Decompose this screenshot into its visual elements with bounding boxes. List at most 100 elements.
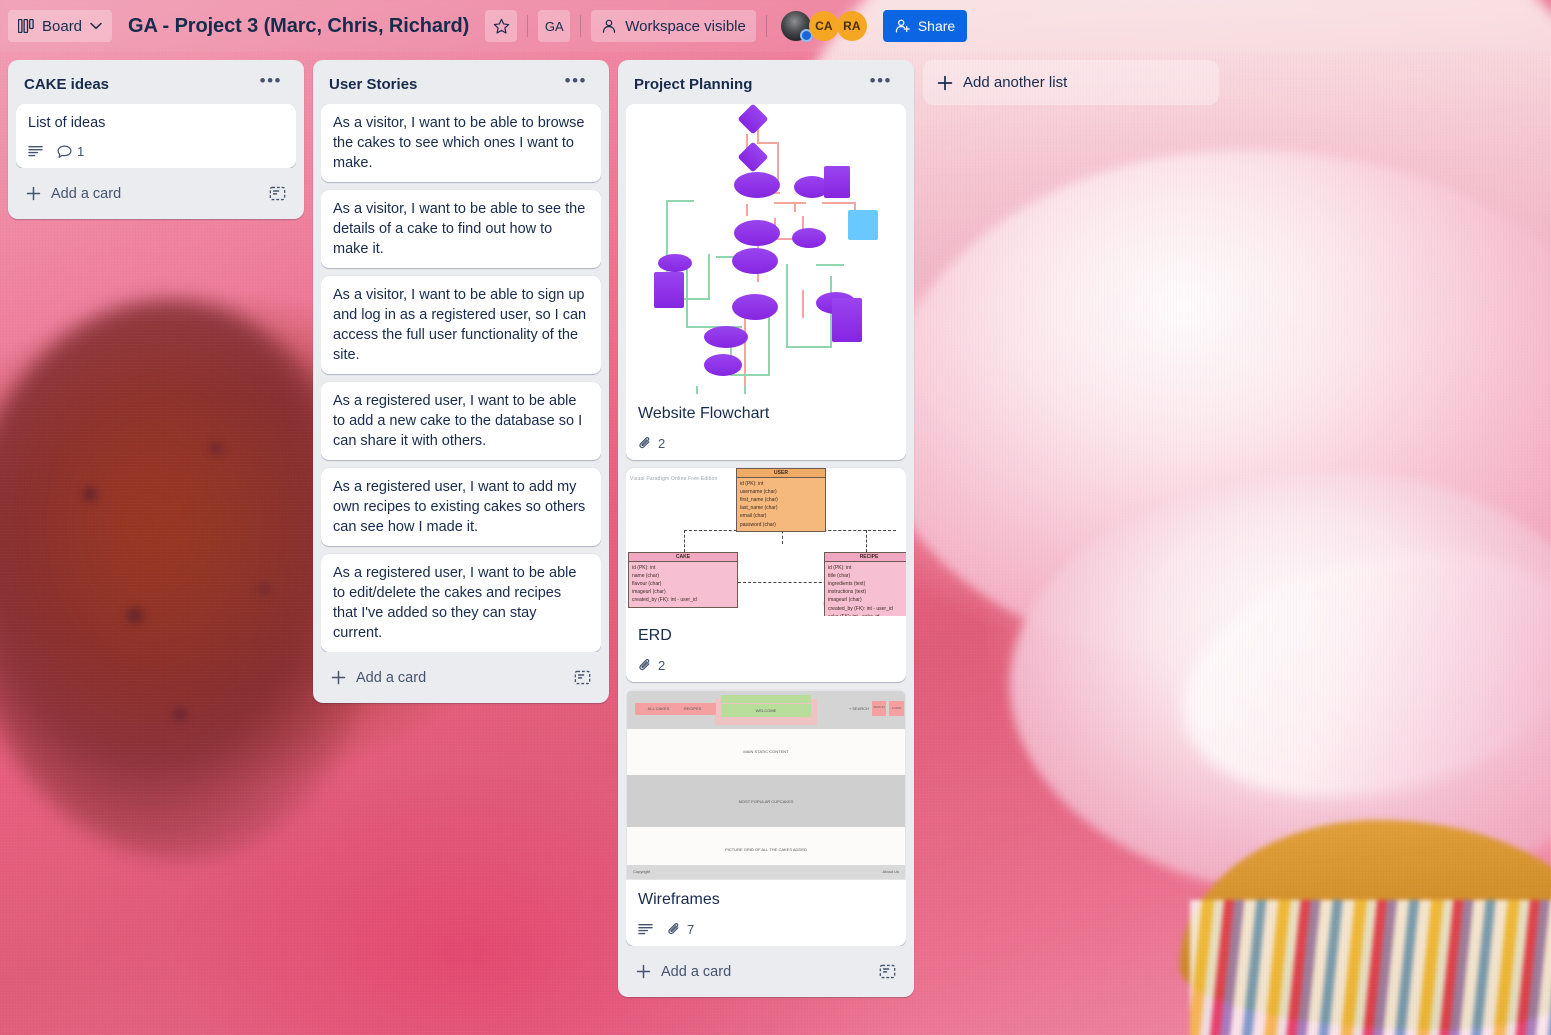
card-story-3[interactable]: As a visitor, I want to be able to sign … (321, 276, 601, 374)
avatar-ra[interactable]: RA (836, 11, 867, 41)
add-card-button[interactable]: Add a card (626, 954, 906, 989)
add-another-list-label: Add another list (963, 74, 1068, 91)
card-website-flowchart[interactable]: Website Flowchart 2 (626, 104, 906, 461)
erd-field: instructions (text) (828, 589, 867, 596)
attachment-icon (638, 436, 653, 451)
plus-icon (636, 964, 651, 979)
add-card-left: Add a card (26, 186, 121, 202)
erd-field: username (char) (740, 489, 777, 496)
list-actions-button[interactable]: ••• (559, 72, 593, 94)
card-template-icon[interactable] (574, 669, 591, 686)
wireframe-section-2-text: MOST POPULAR CUPCAKES (738, 799, 794, 805)
add-another-list-button[interactable]: Add another list (923, 60, 1219, 105)
list-header: CAKE ideas ••• (16, 68, 296, 104)
card-title: List of ideas (28, 115, 106, 131)
card-body: ERD (626, 616, 906, 653)
workspace-badge[interactable]: GA (538, 10, 571, 42)
list-actions-button[interactable]: ••• (864, 72, 898, 94)
add-card-left: Add a card (636, 964, 731, 980)
flowchart-image (626, 104, 906, 394)
card-list-of-ideas[interactable]: List of ideas 1 (16, 104, 296, 168)
star-icon[interactable] (485, 10, 518, 42)
avatar-photo[interactable] (780, 11, 813, 42)
erd-table-fields: id (PK): int name (char) flavour (char) … (629, 562, 737, 606)
card-body: As a registered user, I want to be able … (321, 382, 601, 460)
page-title: GA - Project 3 (Marc, Chris, Richard) (128, 14, 470, 37)
erd-field: id (PK): int (632, 565, 656, 572)
erd-table-cake: CAKE id (PK): int name (char) flavour (c… (628, 552, 738, 608)
erd-table-user: USER id (PK): int username (char) first_… (736, 468, 826, 532)
attachment-icon (667, 922, 682, 937)
card-template-icon[interactable] (879, 963, 896, 980)
add-card-button[interactable]: Add a card (16, 176, 296, 211)
card-cover-flowchart (626, 104, 906, 394)
card-badges: 1 (16, 139, 296, 168)
card-template-icon[interactable] (269, 185, 286, 202)
board-columns-icon (18, 19, 34, 33)
add-card-button[interactable]: Add a card (321, 660, 601, 695)
wireframe-search-label: + SEARCH (848, 706, 870, 712)
card-badges: 7 (626, 917, 906, 946)
add-card-label: Add a card (356, 669, 427, 686)
card-wireframes[interactable]: WELCOME ALL CAKES RECIPES + SEARCH SIGN … (626, 690, 906, 947)
erd-field: email (char) (740, 513, 767, 520)
visibility-button[interactable]: Workspace visible (591, 10, 756, 42)
board-canvas: CAKE ideas ••• List of ideas 1 Add a car… (0, 52, 1551, 1035)
comment-icon (57, 145, 72, 159)
erd-table-recipe: RECIPE id (PK): int title (char) ingredi… (824, 552, 906, 617)
wireframe-footer-left: Copyright (633, 869, 651, 875)
erd-field: last_name (char) (740, 505, 778, 512)
attachments-count: 2 (658, 658, 666, 674)
share-button[interactable]: Share (882, 10, 968, 42)
card-story-6[interactable]: As a registered user, I want to be able … (321, 554, 601, 652)
list-title: User Stories (329, 75, 418, 93)
list-cards: Website Flowchart 2 Visual Paradigm Onli… (626, 104, 906, 947)
comments-badge: 1 (57, 144, 84, 159)
chevron-down-icon (90, 22, 102, 30)
card-story-2[interactable]: As a visitor, I want to be able to see t… (321, 190, 601, 268)
list-header: Project Planning ••• (626, 68, 906, 104)
card-title: As a registered user, I want to be able … (333, 565, 577, 641)
wireframe-signin-label: SIGN IN (873, 705, 885, 710)
add-card-label: Add a card (51, 185, 122, 202)
list-project-planning: Project Planning ••• Website Flowchart 2… (618, 60, 914, 998)
plus-icon (937, 75, 953, 91)
erd-field: first_name (char) (740, 497, 778, 504)
card-erd[interactable]: Visual Paradigm Online Free Edition Visu… (626, 468, 906, 683)
erd-field: name (char) (632, 573, 659, 580)
erd-field: title (char) (828, 573, 851, 580)
erd-field: ingredients (text) (828, 581, 866, 588)
card-badges: 2 (626, 431, 906, 460)
erd-field: id (PK): int (828, 565, 852, 572)
card-cover-wireframe: WELCOME ALL CAKES RECIPES + SEARCH SIGN … (626, 690, 906, 881)
erd-watermark: Visual Paradigm Online Free Edition (630, 476, 718, 483)
card-story-4[interactable]: As a registered user, I want to be able … (321, 382, 601, 460)
erd-field: created_by (FK): int - user_id (632, 597, 697, 604)
erd-table-name: CAKE (629, 553, 737, 563)
card-title: ERD (638, 627, 672, 645)
card-body: As a registered user, I want to be able … (321, 554, 601, 652)
visibility-label: Workspace visible (625, 17, 746, 35)
wireframe-footer-right: About Us (882, 869, 899, 875)
member-avatars: CA RA (780, 11, 867, 42)
wireframe-hero-green (721, 695, 811, 704)
card-body: List of ideas (16, 104, 296, 139)
wireframe-section-1-text: MAIN STATIC CONTENT (743, 749, 789, 755)
list-actions-button[interactable]: ••• (254, 72, 288, 94)
list-title: Project Planning (634, 75, 753, 93)
header-divider-2 (580, 15, 582, 37)
erd-field: imageurl (char) (632, 589, 666, 596)
plus-icon (26, 186, 41, 201)
card-story-5[interactable]: As a registered user, I want to add my o… (321, 468, 601, 546)
card-title: As a visitor, I want to be able to sign … (333, 287, 587, 363)
erd-field: created_by (FK): int - user_id (828, 605, 893, 612)
wireframe-login-label: LOGIN (891, 706, 902, 711)
avatar-ca[interactable]: CA (808, 11, 839, 41)
board-view-switcher[interactable]: Board (8, 10, 113, 42)
list-user-stories: User Stories ••• As a visitor, I want to… (313, 60, 609, 703)
description-icon (28, 145, 43, 158)
attachments-badge: 2 (638, 436, 665, 451)
card-story-1[interactable]: As a visitor, I want to be able to brows… (321, 104, 601, 182)
add-card-label: Add a card (661, 963, 732, 980)
board-view-label: Board (42, 17, 83, 35)
